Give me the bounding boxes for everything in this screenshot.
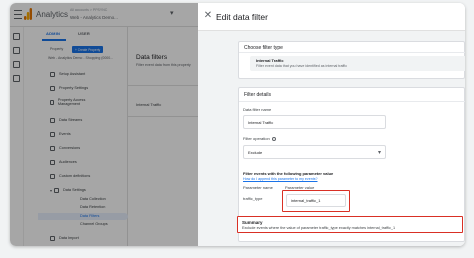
summary-box: Summary Exclude events where the value o… <box>237 216 463 233</box>
filter-type-heading: Choose filter type <box>244 45 283 51</box>
filter-type-name: Internal Traffic <box>256 58 284 63</box>
edit-filter-sheet: ✕ Edit data filter Choose filter type In… <box>198 3 465 246</box>
dropdown-arrow-icon: ▾ <box>377 150 381 156</box>
summary-text: Exclude events where the value of parame… <box>242 226 396 230</box>
filter-name-input[interactable]: Internal Traffic <box>243 115 386 129</box>
parameter-help-link[interactable]: How do I append this parameter to my eve… <box>243 177 318 181</box>
help-icon[interactable] <box>271 136 276 141</box>
divider <box>239 101 465 102</box>
close-icon[interactable]: ✕ <box>203 11 213 21</box>
sheet-header: ✕ Edit data filter <box>198 3 465 31</box>
parameter-value-input[interactable]: internal_traffic_1 <box>286 194 346 207</box>
modal-scrim[interactable] <box>10 3 198 246</box>
filter-details-heading: Filter details <box>244 92 271 98</box>
filter-name-label: Data filter name <box>243 107 272 112</box>
parameter-heading: Filter events with the following paramet… <box>243 171 334 176</box>
divider <box>239 52 465 53</box>
sheet-title: Edit data filter <box>216 12 268 22</box>
filter-operation-select[interactable]: Exclude ▾ <box>243 145 386 159</box>
parameter-name-value: traffic_type <box>243 196 263 201</box>
filter-operation-label: Filter operation <box>243 136 276 141</box>
app-window: Analytics All accounts > PPSYNC Web - An… <box>10 3 465 246</box>
summary-heading: Summary <box>242 220 263 225</box>
filter-type-option[interactable]: Internal Traffic Filter event data that … <box>250 56 465 71</box>
filter-type-description: Filter event data that you have identifi… <box>256 64 348 68</box>
parameter-name-label: Parameter name <box>243 185 273 190</box>
